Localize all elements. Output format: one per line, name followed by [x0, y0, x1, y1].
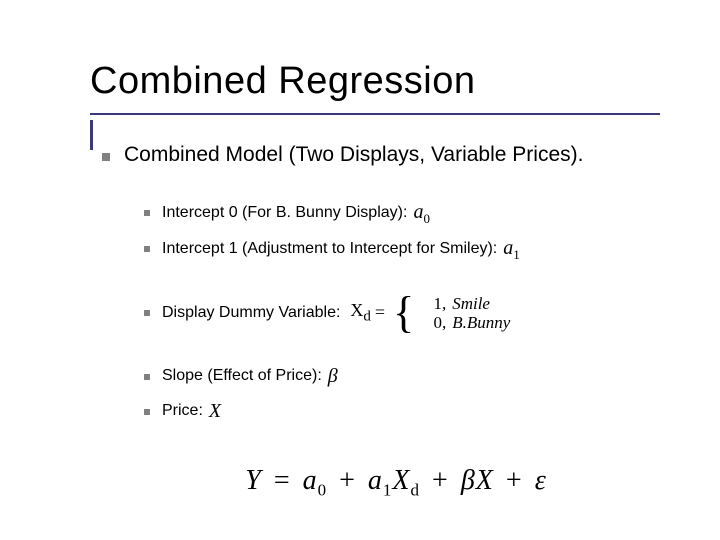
sub-bullet-group: Display Dummy Variable: Xd = { 1,Smile 0…: [102, 291, 680, 335]
math-symbol: a1: [503, 233, 520, 265]
math-symbol: β: [328, 361, 338, 392]
sub-bullet-label: Display Dummy Variable:: [162, 301, 340, 326]
sub-bullet-label: Price:: [162, 399, 203, 424]
sub-bullet-item: Intercept 0 (For B. Bunny Display): a0: [144, 197, 680, 229]
slide: Combined Regression Combined Model (Two …: [0, 0, 720, 540]
sub-bullet-item: Intercept 1 (Adjustment to Intercept for…: [144, 233, 680, 265]
title-underline: [90, 113, 660, 115]
square-bullet-icon: [144, 374, 150, 380]
math-symbol: X: [209, 396, 221, 427]
piecewise-row: 0,B.Bunny: [420, 313, 510, 333]
square-bullet-icon: [102, 153, 110, 161]
slide-body: Combined Model (Two Displays, Variable P…: [90, 143, 680, 501]
main-point-text: Combined Model (Two Displays, Variable P…: [124, 143, 583, 167]
square-bullet-icon: [144, 210, 150, 216]
slide-title: Combined Regression: [90, 60, 680, 103]
piecewise-definition: Xd = { 1,Smile 0,B.Bunny: [350, 291, 510, 335]
square-bullet-icon: [144, 246, 150, 252]
math-symbol: a0: [413, 197, 430, 229]
bullet-level-1: Combined Model (Two Displays, Variable P…: [102, 143, 680, 167]
piecewise-row: 1,Smile: [420, 294, 510, 314]
title-accent-bar: [90, 120, 93, 150]
left-brace-icon: {: [393, 291, 414, 335]
sub-bullet-group: Intercept 0 (For B. Bunny Display): a0 I…: [102, 197, 680, 265]
regression-equation: Y = a0 + a1Xd + βX + ε: [102, 453, 680, 501]
square-bullet-icon: [144, 310, 150, 316]
sub-bullet-label: Intercept 1 (Adjustment to Intercept for…: [162, 237, 497, 262]
square-bullet-icon: [144, 409, 150, 415]
sub-bullet-item: Price: X: [144, 396, 680, 427]
piecewise-lhs: Xd: [350, 297, 371, 329]
sub-bullet-label: Slope (Effect of Price):: [162, 364, 322, 389]
sub-bullet-label: Intercept 0 (For B. Bunny Display):: [162, 201, 407, 226]
sub-bullet-item: Display Dummy Variable: Xd = { 1,Smile 0…: [144, 291, 680, 335]
piecewise-rows: 1,Smile 0,B.Bunny: [420, 294, 510, 333]
sub-bullet-group: Slope (Effect of Price): β Price: X: [102, 361, 680, 427]
sub-bullet-item: Slope (Effect of Price): β: [144, 361, 680, 392]
